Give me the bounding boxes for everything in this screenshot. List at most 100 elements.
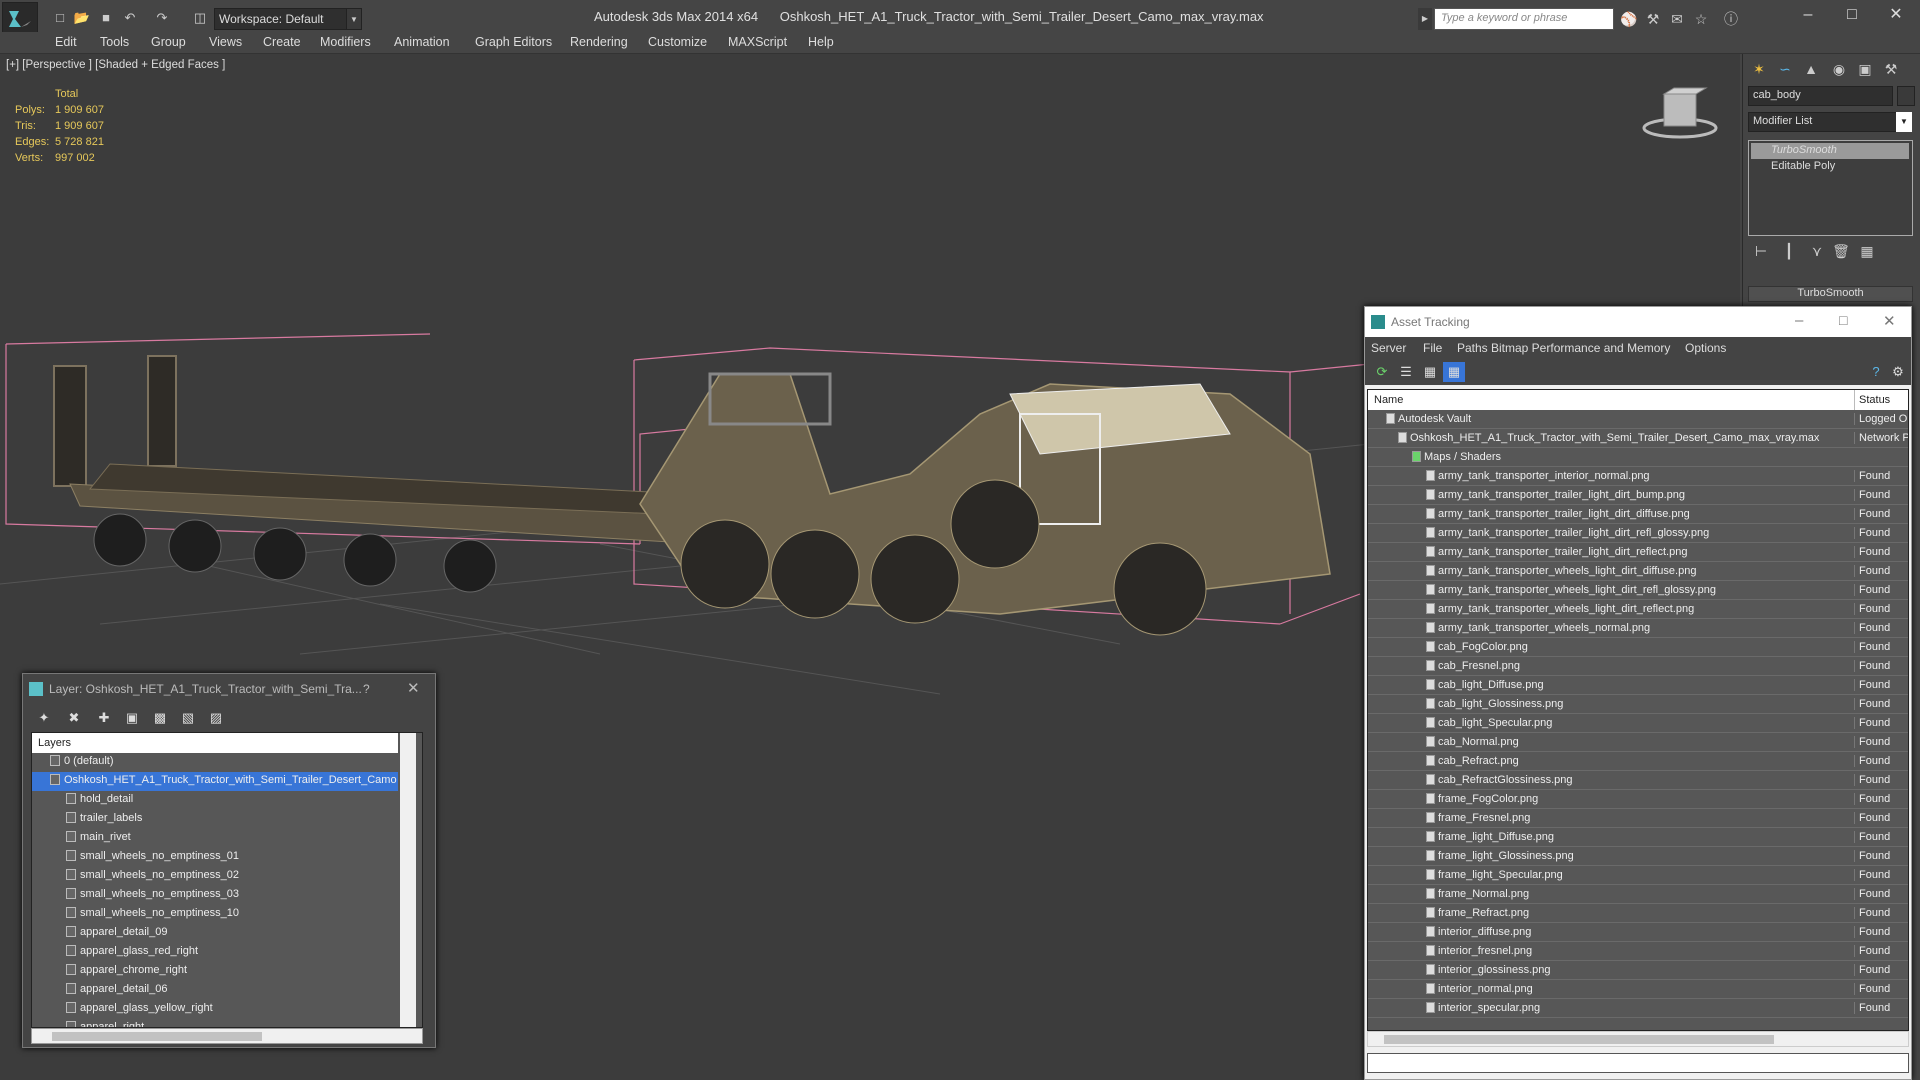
modifier-list-dropdown[interactable]: Modifier List (1748, 112, 1908, 132)
configure-sets-icon[interactable]: ▦ (1855, 240, 1879, 262)
layer-vertical-scrollbar[interactable] (400, 733, 416, 1027)
search-expand-arrow[interactable]: ▶ (1418, 8, 1432, 30)
asset-menu-options[interactable]: Options (1685, 341, 1726, 355)
layer-row[interactable]: main_rivet (32, 829, 398, 848)
select-layer-icon[interactable]: ▩ (149, 708, 171, 728)
layer-row[interactable]: apparel_glass_red_right (32, 943, 398, 962)
menu-help[interactable]: Help (808, 35, 834, 49)
subscription-icon[interactable]: ⚒ (1642, 9, 1664, 29)
stack-item-turbosmooth[interactable]: TurboSmooth (1751, 143, 1909, 159)
asset-row[interactable]: cab_Refract.png Found (1368, 752, 1908, 771)
layer-row[interactable]: hold_detail (32, 791, 398, 810)
asset-row[interactable]: army_tank_transporter_trailer_light_dirt… (1368, 486, 1908, 505)
close-button[interactable]: ✕ (1872, 0, 1920, 30)
asset-row[interactable]: frame_light_Specular.png Found (1368, 866, 1908, 885)
asset-row[interactable]: interior_normal.png Found (1368, 980, 1908, 999)
asset-row[interactable]: army_tank_transporter_trailer_light_dirt… (1368, 505, 1908, 524)
help-icon[interactable]: ⓘ (1720, 9, 1742, 29)
new-layer-icon[interactable]: ✦ (33, 708, 55, 728)
layer-horizontal-scrollbar[interactable] (31, 1028, 423, 1044)
turbosmooth-rollout-header[interactable]: TurboSmooth (1748, 286, 1913, 302)
layer-window-title[interactable]: Layer: Oshkosh_HET_A1_Truck_Tractor_with… (23, 674, 435, 704)
asset-row[interactable]: interior_diffuse.png Found (1368, 923, 1908, 942)
project-folder-icon[interactable]: ◫ (190, 8, 210, 28)
asset-menu-file[interactable]: File (1423, 341, 1442, 355)
asset-help-icon[interactable]: ? (1865, 362, 1887, 382)
communication-center-icon[interactable]: ✉ (1666, 9, 1688, 29)
menu-animation[interactable]: Animation (394, 35, 450, 49)
show-end-result-icon[interactable]: ┃ (1777, 240, 1801, 262)
maximize-button[interactable]: □ (1828, 0, 1876, 30)
binoculars-icon[interactable]: ⚾ (1618, 9, 1640, 29)
new-icon[interactable]: □ (50, 8, 70, 28)
asset-row[interactable]: cab_RefractGlossiness.png Found (1368, 771, 1908, 790)
asset-row[interactable]: army_tank_transporter_trailer_light_dirt… (1368, 524, 1908, 543)
asset-menu-server[interactable]: Server (1371, 341, 1406, 355)
menu-group[interactable]: Group (151, 35, 186, 49)
menu-tools[interactable]: Tools (100, 35, 129, 49)
minimize-button[interactable]: – (1784, 0, 1832, 30)
remove-modifier-icon[interactable]: 🗑 (1829, 240, 1853, 262)
asset-row[interactable]: Maps / Shaders (1368, 448, 1908, 467)
display-tab-icon[interactable]: ▣ (1853, 58, 1877, 80)
asset-row[interactable]: army_tank_transporter_interior_normal.pn… (1368, 467, 1908, 486)
menu-customize[interactable]: Customize (648, 35, 707, 49)
make-unique-icon[interactable]: ⋎ (1805, 240, 1829, 262)
asset-row[interactable]: cab_light_Diffuse.png Found (1368, 676, 1908, 695)
refresh-icon[interactable]: ⟳ (1371, 362, 1393, 382)
layer-column-header[interactable]: Layers (32, 733, 398, 753)
stack-item-editable-poly[interactable]: Editable Poly (1751, 159, 1909, 175)
asset-row[interactable]: interior_fresnel.png Found (1368, 942, 1908, 961)
asset-row[interactable]: frame_Normal.png Found (1368, 885, 1908, 904)
asset-row[interactable]: frame_Fresnel.png Found (1368, 809, 1908, 828)
asset-close-button[interactable]: ✕ (1883, 312, 1896, 330)
asset-col-status[interactable]: Status (1854, 390, 1908, 410)
utilities-tab-icon[interactable]: ⚒ (1879, 58, 1903, 80)
workspace-dropdown-arrow[interactable]: ▼ (346, 8, 362, 30)
layer-row[interactable]: 0 (default) (32, 753, 398, 772)
asset-row[interactable]: frame_FogColor.png Found (1368, 790, 1908, 809)
favorites-star-icon[interactable]: ☆ (1690, 9, 1712, 29)
modifier-list-arrow[interactable]: ▼ (1896, 112, 1912, 132)
layer-row[interactable]: trailer_labels (32, 810, 398, 829)
list-view-icon[interactable]: ☰ (1395, 362, 1417, 382)
menu-rendering[interactable]: Rendering (570, 35, 628, 49)
open-icon[interactable]: 📂 (72, 8, 92, 28)
menu-edit[interactable]: Edit (55, 35, 77, 49)
asset-col-name[interactable]: Name (1374, 394, 1403, 406)
layer-row-selected[interactable]: Oshkosh_HET_A1_Truck_Tractor_with_Semi_T… (32, 772, 398, 791)
search-input[interactable]: Type a keyword or phrase (1434, 8, 1614, 30)
asset-row[interactable]: army_tank_transporter_trailer_light_dirt… (1368, 543, 1908, 562)
asset-menu-bitmap-performance[interactable]: Bitmap Performance and Memory (1491, 341, 1670, 355)
add-to-layer-icon[interactable]: ✚ (93, 708, 115, 728)
menu-create[interactable]: Create (263, 35, 301, 49)
undo-icon[interactable]: ↶ (120, 8, 140, 28)
table-view-icon[interactable]: ▦ (1443, 362, 1465, 382)
viewcube-icon[interactable] (1640, 84, 1720, 144)
asset-row[interactable]: cab_Normal.png Found (1368, 733, 1908, 752)
asset-settings-icon[interactable]: ⚙ (1887, 362, 1909, 382)
layer-row[interactable]: small_wheels_no_emptiness_03 (32, 886, 398, 905)
asset-maximize-button[interactable]: □ (1839, 312, 1847, 328)
asset-row[interactable]: army_tank_transporter_wheels_normal.png F… (1368, 619, 1908, 638)
asset-row[interactable]: army_tank_transporter_wheels_light_dirt_… (1368, 562, 1908, 581)
select-objects-in-layer-icon[interactable]: ▣ (121, 708, 143, 728)
layer-scroll-thumb[interactable] (52, 1032, 262, 1041)
asset-menu-paths[interactable]: Paths (1457, 341, 1488, 355)
hierarchy-tab-icon[interactable]: ▲ (1799, 58, 1823, 80)
asset-row[interactable]: cab_light_Specular.png Found (1368, 714, 1908, 733)
delete-layer-icon[interactable]: ✖ (63, 708, 85, 728)
redo-icon[interactable]: ↷ (152, 8, 172, 28)
asset-path-field[interactable] (1367, 1053, 1909, 1073)
layer-row[interactable]: apparel_right (32, 1019, 398, 1027)
menu-modifiers[interactable]: Modifiers (320, 35, 371, 49)
menu-maxscript[interactable]: MAXScript (728, 35, 787, 49)
asset-row[interactable]: frame_light_Glossiness.png Found (1368, 847, 1908, 866)
menu-views[interactable]: Views (209, 35, 242, 49)
asset-row[interactable]: army_tank_transporter_wheels_light_dirt_… (1368, 600, 1908, 619)
asset-row[interactable]: cab_Fresnel.png Found (1368, 657, 1908, 676)
asset-row[interactable]: Oshkosh_HET_A1_Truck_Tractor_with_Semi_T… (1368, 429, 1908, 448)
truck-model-scene[interactable] (0, 244, 1370, 724)
layer-row[interactable]: small_wheels_no_emptiness_10 (32, 905, 398, 924)
object-name-field[interactable]: cab_body (1748, 86, 1893, 106)
